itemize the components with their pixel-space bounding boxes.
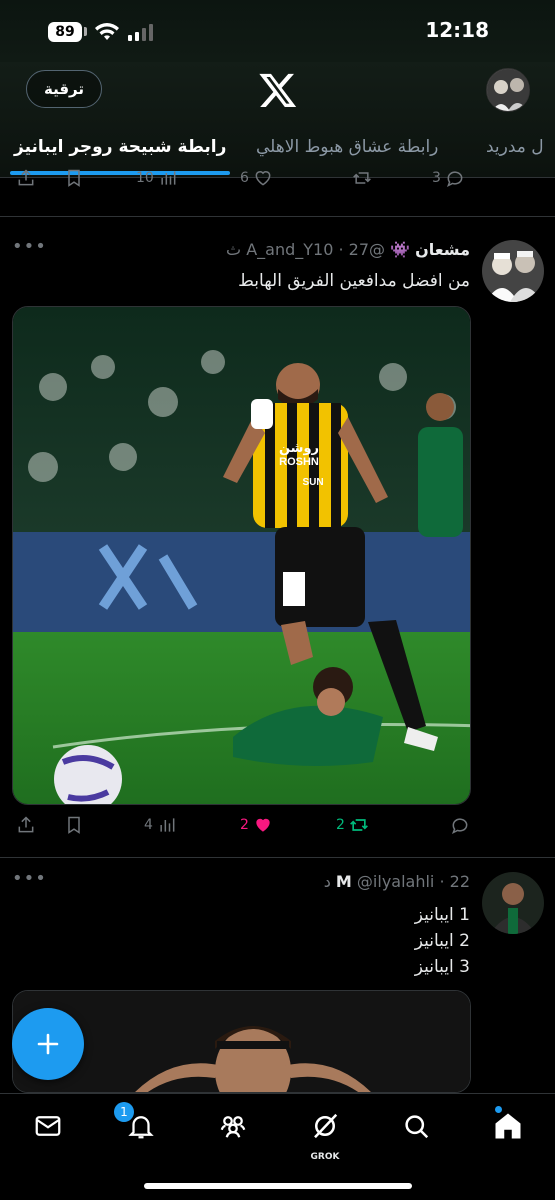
nav-messages[interactable]: [28, 1108, 68, 1148]
mail-icon: [35, 1116, 61, 1136]
more-options-icon[interactable]: •••: [12, 236, 47, 257]
post-2-meta: M @ilyalahli · 22 د: [323, 872, 470, 891]
post-1-meta: مشعان 👾 @A_and_Y10 · 27 ث: [226, 240, 470, 259]
like-button[interactable]: 2: [240, 815, 273, 835]
post-1-image[interactable]: ROSHN روشن SUN: [12, 306, 471, 805]
views-count: 10: [136, 170, 154, 186]
views-icon: [161, 171, 176, 185]
upgrade-button[interactable]: ترقية: [26, 70, 102, 108]
previous-post-actions: 10 6 3: [0, 168, 555, 198]
share-button[interactable]: [16, 815, 36, 835]
post-2-avatar[interactable]: [482, 872, 544, 934]
status-time: 12:18: [425, 18, 489, 42]
search-icon: [405, 1115, 429, 1139]
football-photo: ROSHN روشن SUN: [13, 307, 470, 804]
views-count: 4: [144, 817, 153, 833]
repost-button[interactable]: [352, 168, 372, 188]
repost-icon: [349, 819, 368, 831]
people-icon: [220, 1116, 246, 1138]
grok-label: GROK: [310, 1152, 340, 1162]
post-1-avatar[interactable]: [482, 240, 544, 302]
share-button[interactable]: [16, 168, 36, 188]
grok-icon: [314, 1113, 338, 1139]
reply-button[interactable]: 3: [432, 168, 465, 188]
repost-icon: [353, 172, 371, 184]
heart-filled-icon: [256, 818, 270, 832]
alien-emoji-icon: 👾: [390, 240, 411, 259]
views-button[interactable]: 10: [136, 168, 178, 188]
views-button[interactable]: 4: [144, 815, 177, 835]
compose-button[interactable]: [12, 1008, 84, 1080]
like-count: 2: [240, 817, 249, 833]
post-divider: [0, 857, 555, 858]
repost-button[interactable]: 2: [336, 815, 369, 835]
status-bar: 89 12:18: [0, 0, 555, 62]
jersey-sponsor-arabic: روشن: [279, 441, 319, 456]
nav-search[interactable]: [396, 1108, 436, 1148]
jersey-sun-logo: SUN: [302, 477, 323, 488]
nav-grok[interactable]: GROK: [305, 1108, 345, 1162]
battery-indicator: 89: [48, 22, 82, 42]
like-count: 6: [240, 170, 249, 186]
post-2-handle[interactable]: @ilyalahli: [357, 872, 434, 891]
nav-home[interactable]: [488, 1108, 528, 1148]
nav-communities[interactable]: [213, 1108, 253, 1148]
post-1-actions: 4 2 2: [0, 815, 555, 845]
post-divider: [0, 216, 555, 217]
home-indicator-bar: [144, 1183, 412, 1189]
bookmark-icon: [68, 169, 80, 187]
home-new-indicator: [495, 1106, 502, 1113]
bookmark-button[interactable]: [64, 815, 84, 835]
bookmark-icon: [68, 816, 80, 834]
like-button[interactable]: 6: [240, 168, 273, 188]
post-1-text: من افضل مدافعين الفريق الهابط: [238, 271, 470, 291]
cellular-signal-icon: [128, 24, 153, 41]
reply-icon: [446, 171, 463, 188]
x-logo-icon[interactable]: [258, 70, 298, 110]
heart-icon: [255, 171, 271, 186]
battery-tip: [84, 27, 87, 36]
profile-avatar[interactable]: [486, 68, 530, 112]
share-icon: [18, 169, 34, 186]
post-2-line: 2 ايبانيز: [414, 931, 470, 951]
views-icon: [160, 818, 175, 832]
post-2-line: 3 ايبانيز: [414, 957, 470, 977]
post-1-display-name[interactable]: مشعان: [415, 240, 470, 259]
bookmark-button[interactable]: [64, 168, 84, 188]
repost-count: 2: [336, 817, 345, 833]
share-icon: [18, 816, 34, 833]
plus-icon: [37, 1033, 59, 1055]
jersey-sponsor-latin: ROSHN: [279, 456, 319, 468]
reply-icon: [451, 818, 468, 835]
post-2-text: 1 ايبانيز 2 ايبانيز 3 ايبانيز: [415, 902, 470, 980]
home-icon: [495, 1113, 521, 1139]
notifications-badge: 1: [114, 1102, 134, 1122]
reply-button[interactable]: [450, 815, 470, 835]
wifi-icon: [95, 23, 119, 40]
more-options-icon[interactable]: •••: [12, 868, 47, 889]
post-2-display-name[interactable]: M: [336, 872, 352, 891]
reply-count: 3: [432, 170, 441, 186]
post-2-line: 1 ايبانيز: [414, 905, 470, 925]
